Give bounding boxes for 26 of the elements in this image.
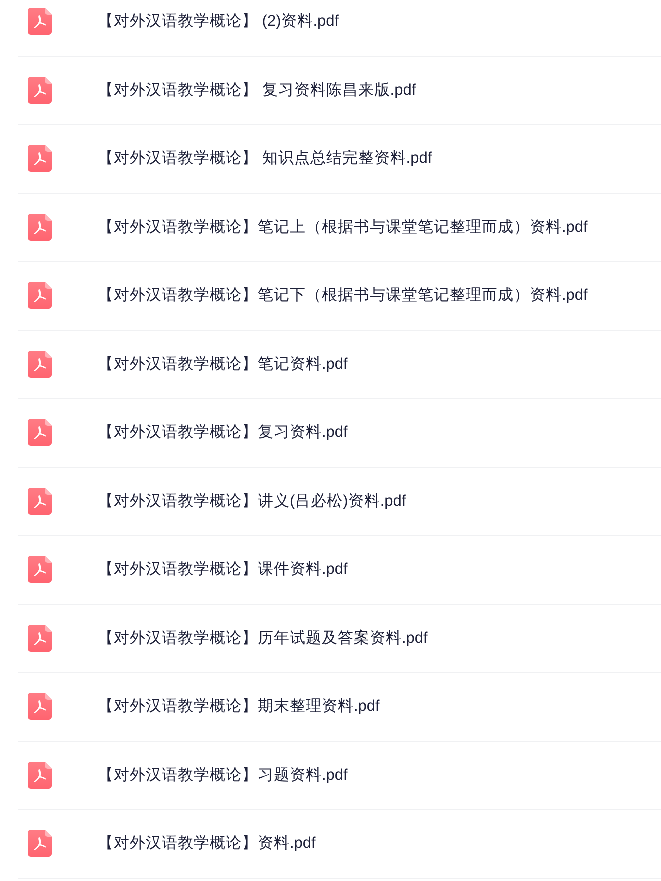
pdf-file-icon	[28, 830, 52, 858]
pdf-file-icon	[28, 624, 52, 652]
pdf-file-icon	[28, 762, 52, 789]
pdf-file-icon	[28, 556, 52, 584]
file-name[interactable]: 【对外汉语教学概论】 复习资料陈昌来版.pdf	[98, 80, 416, 101]
pdf-file-icon	[28, 214, 52, 241]
pdf-file-icon	[28, 145, 52, 172]
file-name[interactable]: 【对外汉语教学概论】笔记资料.pdf	[98, 354, 348, 375]
file-name[interactable]: 【对外汉语教学概论】讲义(吕必松)资料.pdf	[98, 490, 406, 512]
file-name[interactable]: 【对外汉语教学概论】笔记下（根据书与课堂笔记整理而成）资料.pdf	[98, 285, 588, 306]
pdf-file-icon	[28, 8, 52, 36]
pdf-file-icon	[28, 282, 52, 310]
file-name[interactable]: 【对外汉语教学概论】课件资料.pdf	[98, 559, 348, 580]
file-name[interactable]: 【对外汉语教学概论】复习资料.pdf	[98, 422, 348, 444]
pdf-file-icon	[28, 693, 52, 720]
file-name[interactable]: 【对外汉语教学概论】资料.pdf	[98, 833, 316, 854]
file-name[interactable]: 【对外汉语教学概论】 (2)资料.pdf	[98, 11, 340, 32]
file-name[interactable]: 【对外汉语教学概论】笔记上（根据书与课堂笔记整理而成）资料.pdf	[98, 216, 588, 238]
pdf-file-icon	[28, 488, 52, 515]
file-name[interactable]: 【对外汉语教学概论】历年试题及答案资料.pdf	[98, 628, 428, 649]
file-name[interactable]: 【对外汉语教学概论】 知识点总结完整资料.pdf	[98, 148, 432, 170]
pdf-file-icon	[28, 419, 52, 446]
pdf-file-icon	[28, 350, 52, 378]
file-name[interactable]: 【对外汉语教学概论】期末整理资料.pdf	[98, 696, 380, 718]
pdf-file-icon	[28, 76, 52, 104]
file-name[interactable]: 【对外汉语教学概论】习题资料.pdf	[98, 764, 348, 786]
